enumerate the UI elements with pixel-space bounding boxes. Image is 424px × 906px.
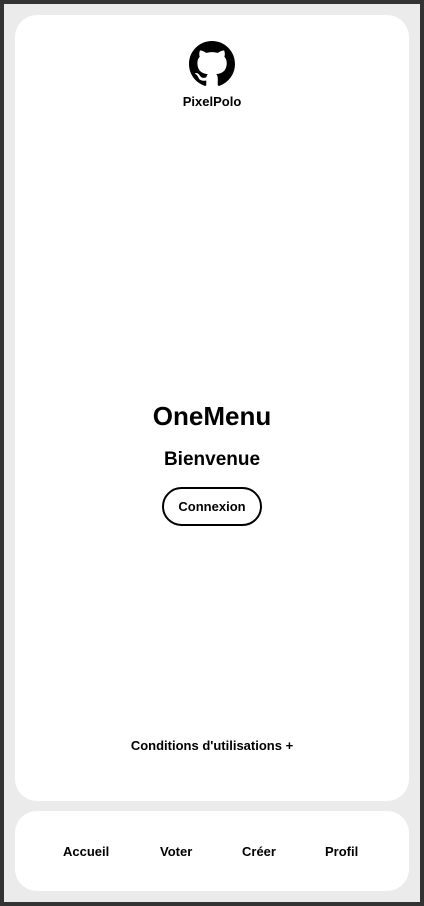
nav-item-creer[interactable]: Créer [242, 844, 276, 859]
brand-header: PixelPolo [15, 41, 409, 109]
github-octocat-icon[interactable] [189, 41, 235, 87]
welcome-section: OneMenu Bienvenue Connexion [15, 399, 409, 526]
main-card: PixelPolo OneMenu Bienvenue Connexion Co… [15, 15, 409, 801]
app-frame: PixelPolo OneMenu Bienvenue Connexion Co… [0, 0, 424, 906]
nav-item-profil[interactable]: Profil [325, 844, 358, 859]
app-title: OneMenu [152, 401, 272, 431]
brand-name: PixelPolo [182, 94, 242, 109]
nav-item-accueil[interactable]: Accueil [63, 844, 109, 859]
bottom-nav: Accueil Voter Créer Profil [15, 811, 409, 891]
nav-item-voter[interactable]: Voter [160, 844, 192, 859]
terms-link[interactable]: Conditions d'utilisations + [15, 738, 409, 753]
welcome-heading: Bienvenue [163, 449, 261, 470]
login-button[interactable]: Connexion [162, 487, 262, 526]
